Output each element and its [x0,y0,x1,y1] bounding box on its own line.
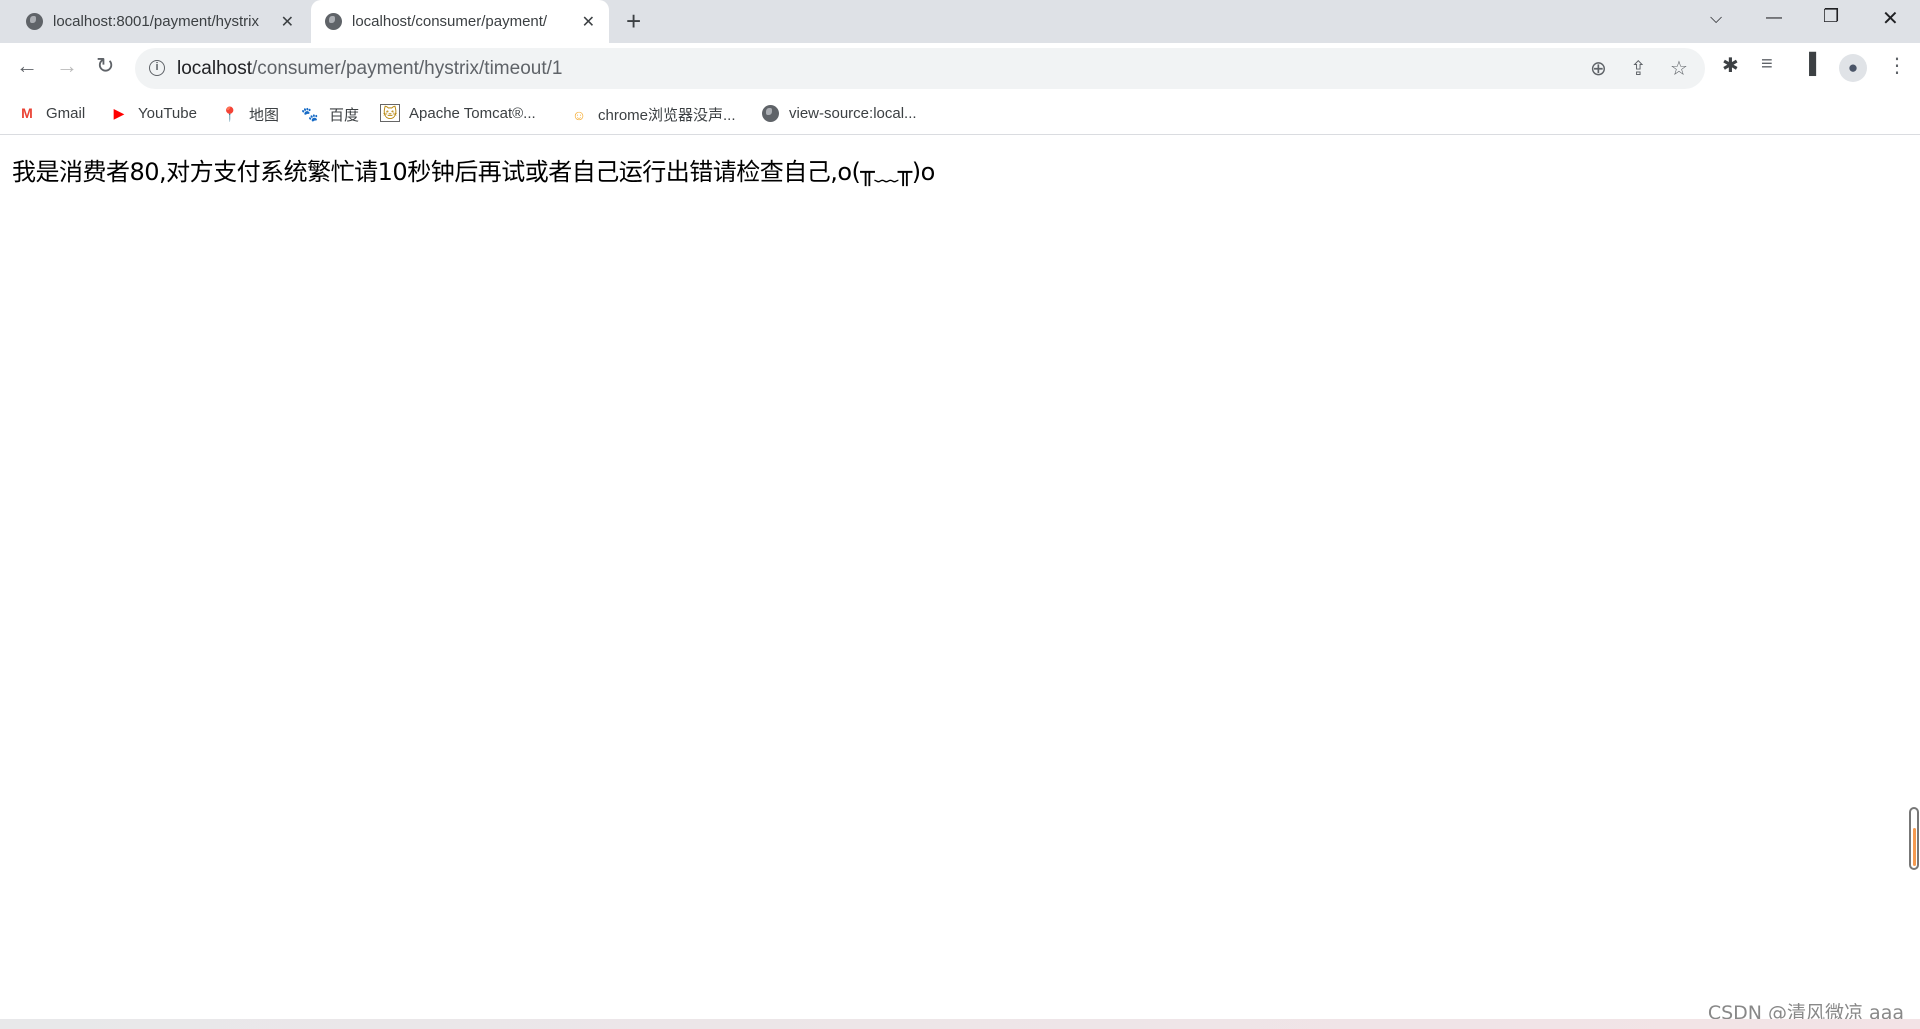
bookmark-maps[interactable]: 📍 地图 [220,104,279,125]
toolbar: ← → ↻ i localhost/consumer/payment/hystr… [0,43,1920,92]
youtube-icon: ▶ [113,104,125,121]
bookmark-gmail[interactable]: M Gmail [17,104,85,122]
tab-strip: localhost:8001/payment/hystrix ✕ localho… [0,0,1920,43]
close-tab-icon[interactable]: ✕ [582,12,595,32]
gmail-icon: M [21,105,33,121]
share-icon[interactable]: ⇪ [1630,56,1647,81]
bookmark-youtube[interactable]: ▶ YouTube [109,104,197,122]
forward-button[interactable]: → [56,53,78,79]
reload-button[interactable]: ↻ [96,53,114,79]
scroll-indicator[interactable] [1909,807,1919,870]
globe-icon [760,104,780,122]
bookmark-label: Gmail [46,104,86,122]
bookmarks-bar: M Gmail ▶ YouTube 📍 地图 🐾 百度 🐱 Apache Tomcat®.… [0,92,1920,135]
media-queue-icon[interactable]: ≡ [1761,53,1773,76]
restore-button[interactable]: ❐ [1823,6,1839,27]
smiley-icon: ☺ [571,106,587,123]
tab-title: localhost:8001/payment/hystrix [53,13,259,30]
bookmark-label: YouTube [138,104,197,122]
bookmark-label: Apache Tomcat®... [409,104,536,122]
profile-avatar[interactable]: ● [1839,54,1867,82]
new-tab-button[interactable]: + [626,6,641,37]
tab-search-icon[interactable]: ⌵ [1710,10,1722,28]
address-bar[interactable]: i localhost/consumer/payment/hystrix/tim… [135,48,1705,89]
baidu-icon: 🐾 [301,106,319,122]
tab-title: localhost/consumer/payment/ [352,13,548,30]
globe-icon [26,13,43,30]
tomcat-icon: 🐱 [380,104,400,122]
maps-icon: 📍 [221,106,239,122]
taskbar-strip [0,1019,1920,1029]
bookmark-label: view-source:local... [789,104,917,122]
bookmark-tomcat[interactable]: 🐱 Apache Tomcat®... [380,104,536,122]
tab-consumer-payment[interactable]: localhost/consumer/payment/ ✕ [311,0,609,43]
close-window-button[interactable]: ✕ [1882,6,1899,31]
bookmark-view-source[interactable]: view-source:local... [760,104,917,122]
close-tab-icon[interactable]: ✕ [281,12,294,32]
bookmark-chrome-sound[interactable]: ☺ chrome浏览器没声... [569,104,736,125]
bookmark-baidu[interactable]: 🐾 百度 [300,104,359,125]
info-icon[interactable]: i [149,60,165,76]
zoom-icon[interactable]: ⊕ [1590,56,1607,81]
side-panel-icon[interactable]: ▐ [1802,53,1816,76]
bookmark-label: chrome浏览器没声... [598,107,736,124]
minimize-button[interactable]: — [1766,9,1782,27]
tab-payment-8001[interactable]: localhost:8001/payment/hystrix ✕ [12,0,308,43]
page-message: 我是消费者80,对方支付系统繁忙请10秒钟后再试或者自己运行出错请检查自己,o(… [12,158,935,186]
globe-icon [325,13,342,30]
bookmark-label: 地图 [249,107,280,124]
extensions-icon[interactable]: ✱ [1722,53,1739,78]
menu-icon[interactable]: ⋮ [1887,53,1907,78]
bookmark-label: 百度 [329,107,360,124]
back-button[interactable]: ← [16,53,38,79]
url-text[interactable]: localhost/consumer/payment/hystrix/timeo… [177,58,562,80]
bookmark-star-icon[interactable]: ☆ [1670,56,1688,81]
